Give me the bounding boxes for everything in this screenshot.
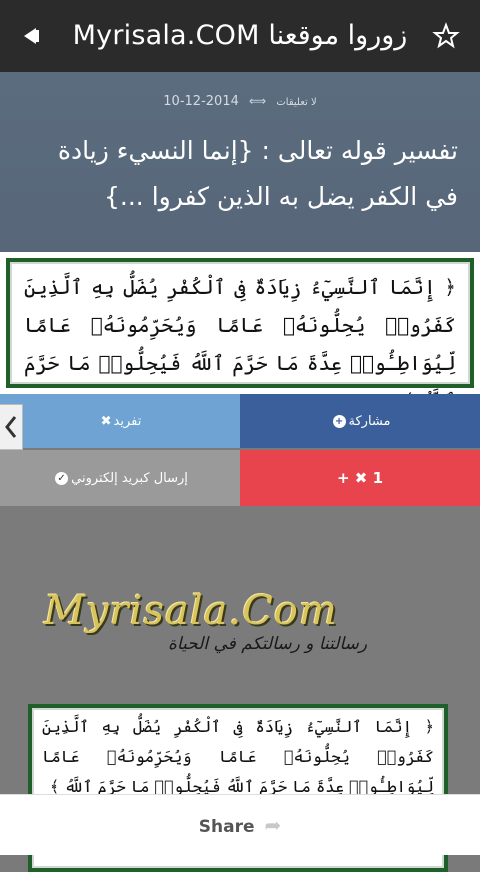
plus-one-button[interactable]: + ✖ 1 [240,450,480,506]
app-header: Myrisala.COM زوروا موقعنا [0,0,480,72]
app-title: Myrisala.COM زوروا موقعنا [72,20,408,51]
share-bar-label: Share [198,817,255,837]
plus-one-label: + ✖ 1 [336,469,384,487]
close-icon: ✖ [100,413,112,429]
post-meta: لا تعليقات ⟺ 2014-12-10 [0,94,480,109]
email-button[interactable]: إرسال كبريد إلكتروني ✓ [0,450,240,506]
post-header: لا تعليقات ⟺ 2014-12-10 تفسير قوله تعالى… [0,72,480,252]
verse-frame: ﴿ إِنَّمَا ٱلنَّسِيٓءُ زِيَادَةٌ فِى ٱلْ… [6,258,474,413]
comments-count[interactable]: لا تعليقات [276,97,316,108]
unsubscribe-label: تفريد [113,413,142,429]
verse-text-repeat: ﴿ إِنَّمَا ٱلنَّسِيٓءُ زِيَادَةٌ فِى ٱلْ… [42,717,434,796]
check-circle-icon: ✓ [55,471,69,485]
email-label: إرسال كبريد إلكتروني [71,470,188,486]
post-date: 2014-12-10 [163,94,239,109]
post-title: تفسير قوله تعالى : {إنما النسيء زيادة في… [57,136,458,211]
share-button[interactable]: مشاركة + [240,394,480,448]
unsubscribe-button[interactable]: تفريد ✖ [0,394,240,448]
share-arrow-icon: ➦ [264,813,282,837]
swap-arrows-icon: ⟺ [249,94,267,108]
verse-image: ﴿ إِنَّمَا ٱلنَّسِيٓءُ زِيَادَةٌ فِى ٱلْ… [0,252,480,413]
star-icon[interactable] [432,22,460,50]
action-panel: تفريد ✖ مشاركة + إرسال كبريد إلكتروني ✓ … [0,394,480,506]
plus-circle-icon: + [332,414,346,428]
drawer-handle[interactable] [0,404,23,450]
site-tagline: رسالتنا و رسالتكم في الحياة [168,634,368,654]
share-label: مشاركة [348,413,391,429]
share-bar[interactable]: Share ➦ [0,794,480,855]
site-logo: Myrisala.Com [44,588,338,634]
chevron-left-icon [5,416,17,438]
